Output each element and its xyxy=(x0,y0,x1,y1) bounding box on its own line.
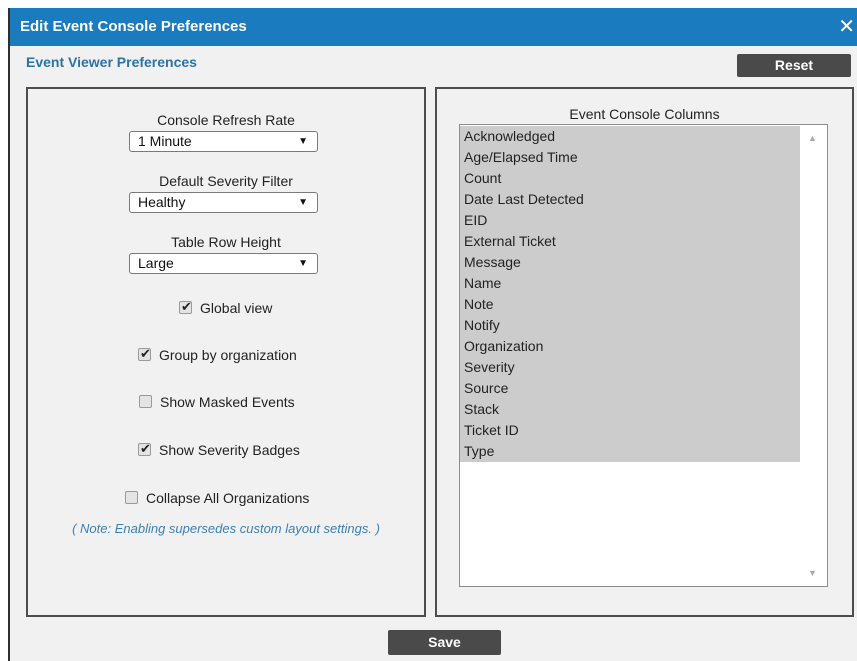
list-item[interactable]: Acknowledged xyxy=(460,126,800,147)
checkbox-label: Show Severity Badges xyxy=(159,442,300,458)
checkbox-label: Global view xyxy=(200,300,273,316)
list-item[interactable]: Organization xyxy=(460,336,800,357)
checkmark-icon: ✔ xyxy=(140,441,151,456)
list-item[interactable]: Date Last Detected xyxy=(460,189,800,210)
scroll-down-icon[interactable]: ▼ xyxy=(808,568,817,578)
list-item[interactable]: EID xyxy=(460,210,800,231)
save-button[interactable]: Save xyxy=(388,630,501,655)
severity-filter-value: Healthy xyxy=(138,194,186,210)
section-heading: Event Viewer Preferences xyxy=(26,54,197,70)
list-item[interactable]: Severity xyxy=(460,357,800,378)
columns-list: Acknowledged Age/Elapsed Time Count Date La… xyxy=(460,126,800,462)
row-height-label: Table Row Height xyxy=(171,234,281,250)
list-item[interactable]: Stack xyxy=(460,399,800,420)
columns-listbox[interactable]: Acknowledged Age/Elapsed Time Count Date La… xyxy=(459,124,828,587)
chevron-down-icon: ▼ xyxy=(298,197,308,208)
layout-note: ( Note: Enabling supersedes custom layou… xyxy=(72,521,380,536)
checkbox-box[interactable] xyxy=(125,491,138,504)
checkmark-icon: ✔ xyxy=(140,346,151,361)
row-height-select[interactable]: Large ▼ xyxy=(129,253,318,274)
scroll-up-icon[interactable]: ▲ xyxy=(808,133,817,143)
refresh-rate-select[interactable]: 1 Minute ▼ xyxy=(129,131,318,152)
list-item[interactable]: Type xyxy=(460,441,800,462)
checkbox-box[interactable]: ✔ xyxy=(138,441,151,456)
chevron-down-icon: ▼ xyxy=(298,258,308,269)
dialog-title-bar: Edit Event Console Preferences ✕ xyxy=(10,8,857,46)
checkbox-box[interactable] xyxy=(139,395,152,408)
dialog-title: Edit Event Console Preferences xyxy=(20,18,247,35)
chevron-down-icon: ▼ xyxy=(298,136,308,147)
checkbox-label: Show Masked Events xyxy=(160,394,295,410)
columns-title: Event Console Columns xyxy=(569,106,720,122)
row-height-value: Large xyxy=(138,255,174,271)
preferences-panel: Console Refresh Rate 1 Minute ▼ Default … xyxy=(26,87,426,617)
checkbox-box[interactable]: ✔ xyxy=(179,299,192,314)
list-item[interactable]: Age/Elapsed Time xyxy=(460,147,800,168)
close-icon[interactable]: ✕ xyxy=(838,17,855,37)
checkbox-box[interactable]: ✔ xyxy=(138,346,151,361)
list-item[interactable]: Name xyxy=(460,273,800,294)
list-item[interactable]: Count xyxy=(460,168,800,189)
columns-panel: Event Console Columns Acknowledged Age/El… xyxy=(435,87,854,617)
checkbox-label: Group by organization xyxy=(159,347,297,363)
checkbox-label: Collapse All Organizations xyxy=(146,490,310,506)
refresh-rate-label: Console Refresh Rate xyxy=(157,112,295,128)
list-item[interactable]: Ticket ID xyxy=(460,420,800,441)
list-item[interactable]: Source xyxy=(460,378,800,399)
preferences-dialog: Edit Event Console Preferences ✕ Event V… xyxy=(8,8,857,661)
list-item[interactable]: Note xyxy=(460,294,800,315)
severity-filter-select[interactable]: Healthy ▼ xyxy=(129,192,318,213)
listbox-scrollbar[interactable]: ▲ ▼ xyxy=(800,125,827,586)
checkmark-icon: ✔ xyxy=(181,299,192,314)
reset-button[interactable]: Reset xyxy=(737,54,851,77)
refresh-rate-value: 1 Minute xyxy=(138,133,192,149)
list-item[interactable]: Notify xyxy=(460,315,800,336)
list-item[interactable]: Message xyxy=(460,252,800,273)
severity-filter-label: Default Severity Filter xyxy=(159,173,293,189)
list-item[interactable]: External Ticket xyxy=(460,231,800,252)
